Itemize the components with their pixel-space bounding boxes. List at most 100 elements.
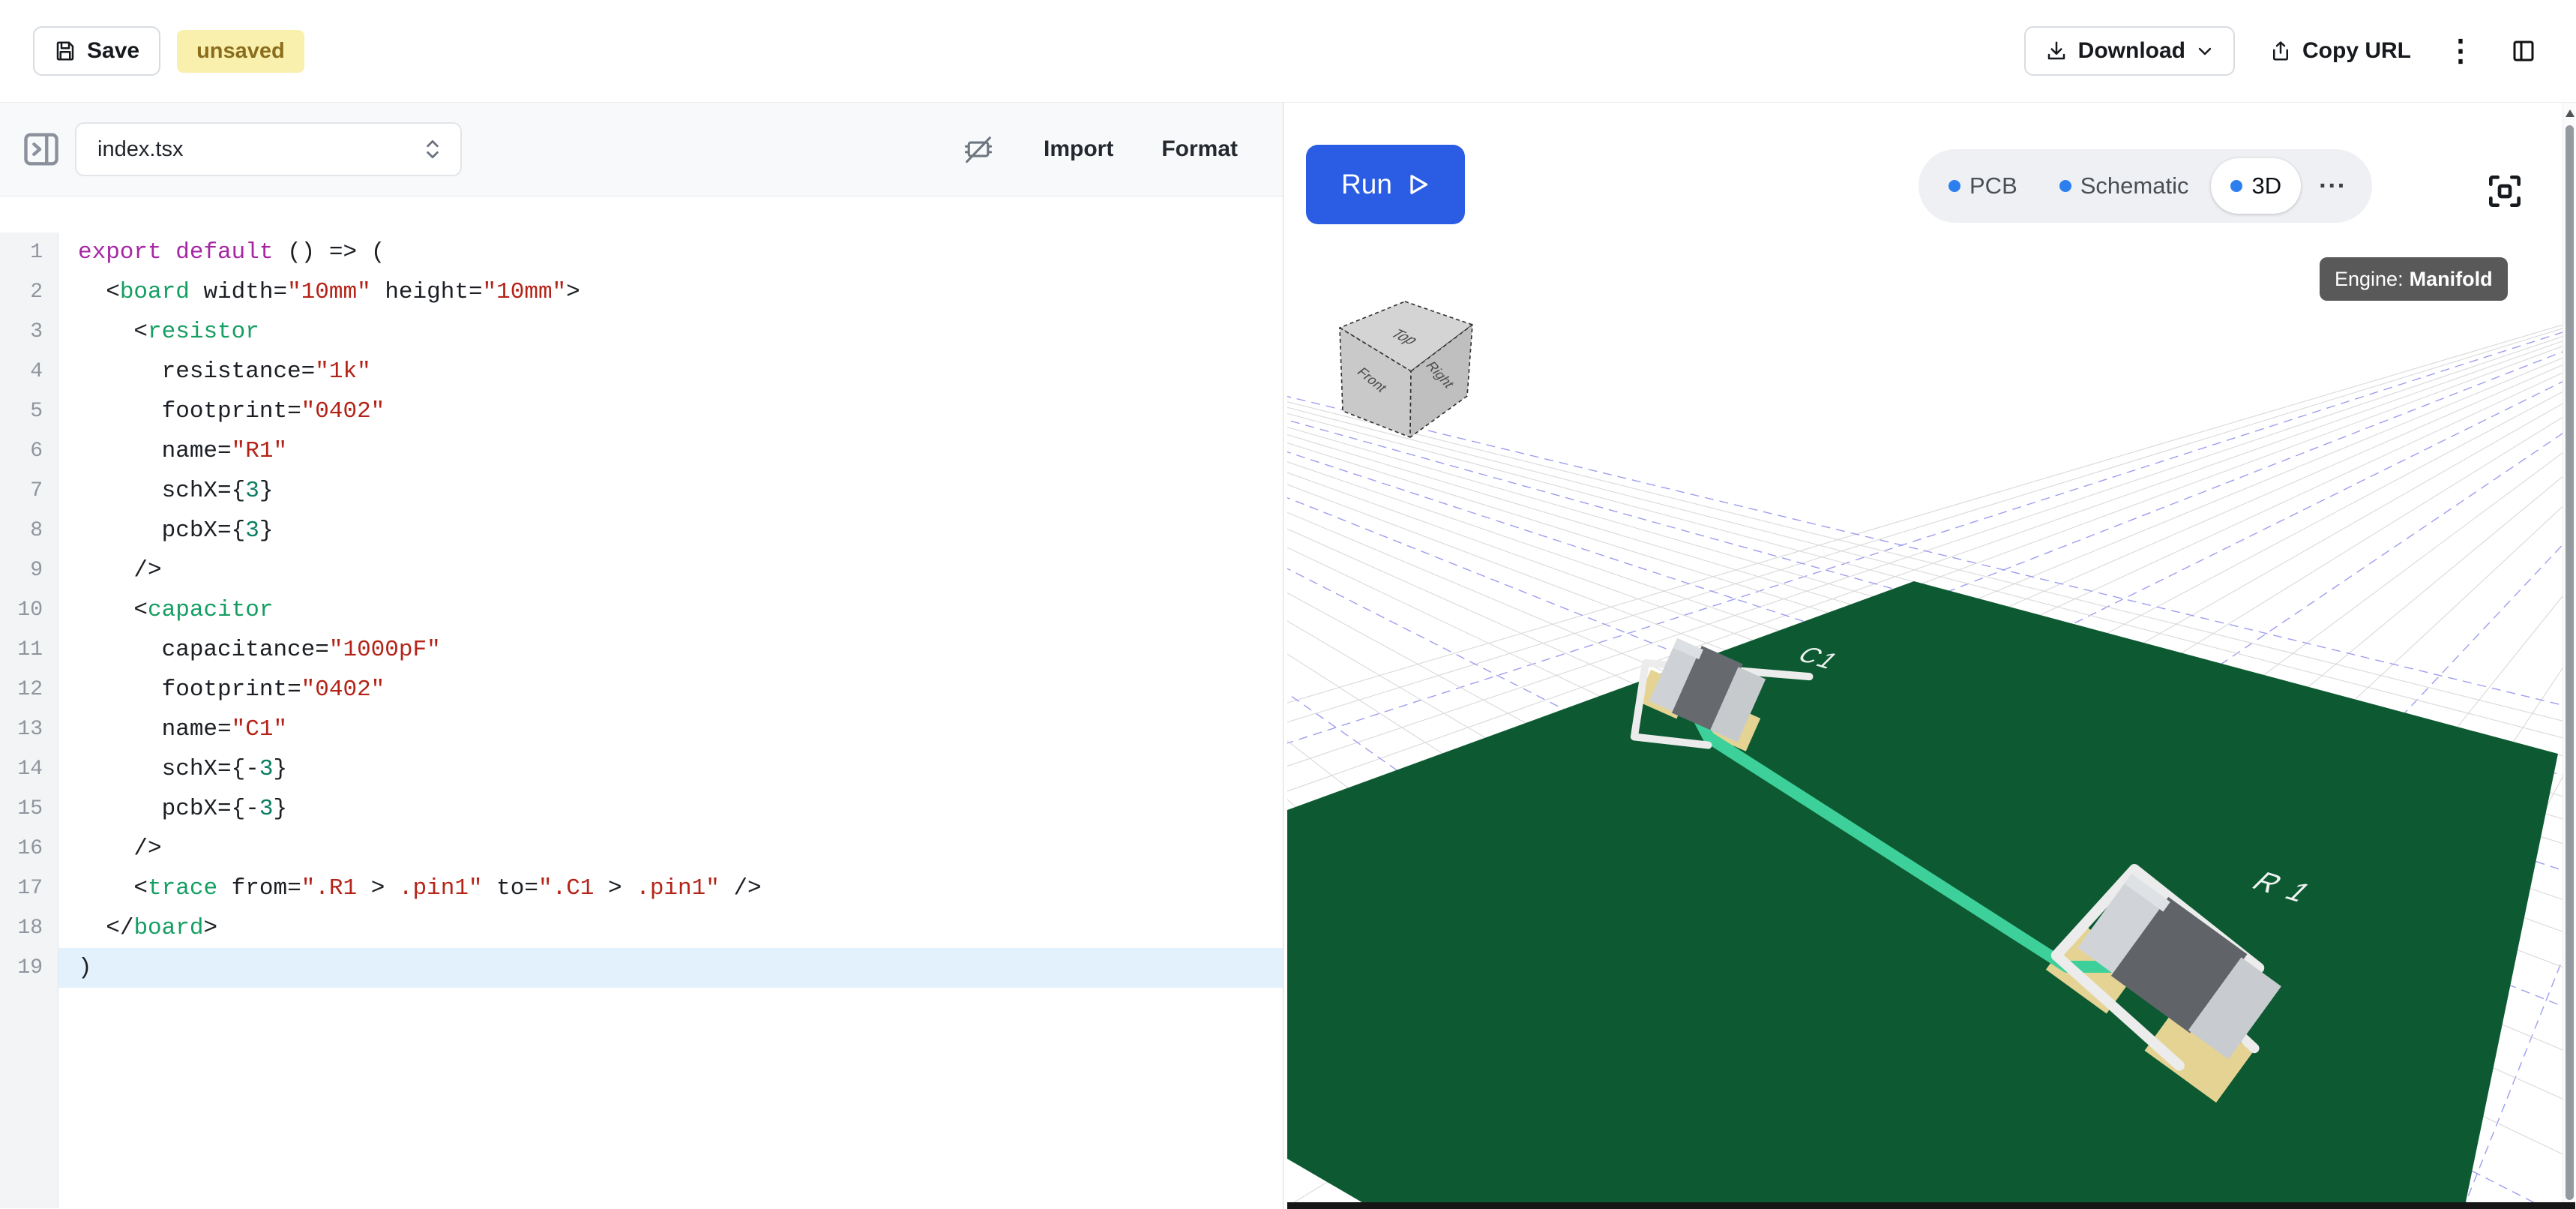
run-button[interactable]: Run bbox=[1306, 145, 1465, 224]
tab-dot-icon bbox=[2059, 180, 2071, 192]
code-text: pcbX={-3} bbox=[58, 789, 1283, 829]
tab-label: PCB bbox=[1969, 172, 2017, 200]
vertical-scrollbar[interactable] bbox=[2563, 103, 2575, 1209]
line-number: 19 bbox=[0, 948, 58, 988]
code-editor[interactable]: 1export default () => (2 <board width="1… bbox=[0, 196, 1283, 1208]
bottom-edge-bar bbox=[1287, 1202, 2575, 1209]
code-text: <board width="10mm" height="10mm"> bbox=[58, 272, 1283, 312]
engine-value: Manifold bbox=[2410, 268, 2493, 291]
more-menu-button[interactable]: ⋮ bbox=[2446, 36, 2476, 66]
code-text: <resistor bbox=[58, 312, 1283, 352]
code-text: pcbX={3} bbox=[58, 511, 1283, 550]
code-text: resistance="1k" bbox=[58, 352, 1283, 392]
code-line[interactable]: 4 resistance="1k" bbox=[0, 352, 1283, 392]
code-line[interactable]: 6 name="R1" bbox=[0, 431, 1283, 471]
chevron-down-icon bbox=[2196, 42, 2214, 60]
code-line[interactable]: 11 capacitance="1000pF" bbox=[0, 630, 1283, 670]
line-number: 4 bbox=[0, 352, 58, 392]
code-line[interactable]: 5 footprint="0402" bbox=[0, 392, 1283, 431]
code-editor-panel: index.tsx Import Format bbox=[0, 103, 1284, 1209]
tab-label: Schematic bbox=[2080, 172, 2189, 200]
code-line[interactable]: 7 schX={3} bbox=[0, 471, 1283, 511]
code-lines: 1export default () => (2 <board width="1… bbox=[0, 232, 1283, 988]
code-line[interactable]: 19) bbox=[0, 948, 1283, 988]
code-line[interactable]: 10 <capacitor bbox=[0, 590, 1283, 630]
file-select[interactable]: index.tsx bbox=[75, 122, 462, 176]
code-text: footprint="0402" bbox=[58, 392, 1283, 431]
tab-3d[interactable]: 3D bbox=[2211, 158, 2301, 214]
code-text: <capacitor bbox=[58, 590, 1283, 630]
editor-actions: Import Format bbox=[961, 132, 1238, 166]
autorouter-disabled-icon-button[interactable] bbox=[961, 132, 996, 166]
fullscreen-button[interactable] bbox=[2484, 169, 2529, 214]
line-number: 15 bbox=[0, 789, 58, 829]
line-number: 7 bbox=[0, 471, 58, 511]
line-number: 9 bbox=[0, 550, 58, 590]
topbar: Save unsaved Download Copy URL ⋮ bbox=[0, 0, 2576, 103]
line-number: 6 bbox=[0, 431, 58, 471]
tab-schematic[interactable]: Schematic bbox=[2040, 158, 2209, 214]
import-button[interactable]: Import bbox=[1044, 136, 1113, 162]
code-line[interactable]: 3 <resistor bbox=[0, 312, 1283, 352]
gutter-background bbox=[0, 988, 58, 1208]
tabs-more-button[interactable]: ··· bbox=[2304, 172, 2362, 201]
scrollbar-thumb[interactable] bbox=[2566, 125, 2574, 1200]
tab-pcb[interactable]: PCB bbox=[1929, 158, 2037, 214]
save-button[interactable]: Save bbox=[33, 26, 160, 76]
copy-url-label: Copy URL bbox=[2302, 38, 2411, 64]
pcb-board[interactable] bbox=[1287, 581, 2558, 1209]
line-number: 10 bbox=[0, 590, 58, 630]
code-text: ) bbox=[58, 948, 1283, 988]
select-chevrons-icon bbox=[423, 136, 442, 162]
line-number: 14 bbox=[0, 749, 58, 789]
line-number: 1 bbox=[0, 232, 58, 272]
main-split: index.tsx Import Format bbox=[0, 103, 2576, 1209]
play-icon bbox=[1407, 173, 1430, 196]
code-text: schX={3} bbox=[58, 471, 1283, 511]
toggle-panel-button[interactable] bbox=[2510, 38, 2537, 64]
pcb-3d-view-panel: C1 R 1 Top Front Right Run PCBSche bbox=[1287, 103, 2575, 1209]
code-line[interactable]: 15 pcbX={-3} bbox=[0, 789, 1283, 829]
format-button[interactable]: Format bbox=[1161, 136, 1238, 162]
code-line[interactable]: 12 footprint="0402" bbox=[0, 670, 1283, 710]
panel-open-icon bbox=[19, 128, 63, 171]
code-line[interactable]: 16 /> bbox=[0, 829, 1283, 868]
app-window: Save unsaved Download Copy URL ⋮ bbox=[0, 0, 2576, 1209]
code-line[interactable]: 13 name="C1" bbox=[0, 710, 1283, 749]
line-number: 13 bbox=[0, 710, 58, 749]
code-line[interactable]: 18 </board> bbox=[0, 908, 1283, 948]
code-line[interactable]: 1export default () => ( bbox=[0, 232, 1283, 272]
chip-off-icon bbox=[961, 132, 996, 166]
line-number: 5 bbox=[0, 392, 58, 431]
code-text: name="C1" bbox=[58, 710, 1283, 749]
share-icon bbox=[2269, 40, 2292, 62]
topbar-right: Download Copy URL ⋮ bbox=[2024, 26, 2537, 76]
code-text: <trace from=".R1 > .pin1" to=".C1 > .pin… bbox=[58, 868, 1283, 908]
download-label: Download bbox=[2078, 38, 2185, 64]
download-icon bbox=[2045, 40, 2068, 62]
save-icon bbox=[54, 40, 76, 62]
sidebar-toggle-button[interactable] bbox=[18, 126, 64, 172]
code-text: schX={-3} bbox=[58, 749, 1283, 789]
code-text: name="R1" bbox=[58, 431, 1283, 471]
copy-url-button[interactable]: Copy URL bbox=[2269, 38, 2411, 64]
code-text: footprint="0402" bbox=[58, 670, 1283, 710]
line-number: 16 bbox=[0, 829, 58, 868]
code-line[interactable]: 8 pcbX={3} bbox=[0, 511, 1283, 550]
engine-label: Engine: bbox=[2335, 268, 2404, 291]
line-number: 17 bbox=[0, 868, 58, 908]
editor-toolbar: index.tsx Import Format bbox=[0, 103, 1283, 196]
code-line[interactable]: 9 /> bbox=[0, 550, 1283, 590]
save-label: Save bbox=[87, 38, 139, 64]
code-line[interactable]: 17 <trace from=".R1 > .pin1" to=".C1 > .… bbox=[0, 868, 1283, 908]
scrollbar-up-arrow-icon[interactable] bbox=[2566, 110, 2575, 117]
code-line[interactable]: 14 schX={-3} bbox=[0, 749, 1283, 789]
download-button[interactable]: Download bbox=[2024, 26, 2235, 76]
line-number: 11 bbox=[0, 630, 58, 670]
tab-dot-icon bbox=[2230, 180, 2242, 192]
code-line[interactable]: 2 <board width="10mm" height="10mm"> bbox=[0, 272, 1283, 312]
code-text: /> bbox=[58, 550, 1283, 590]
line-number: 3 bbox=[0, 312, 58, 352]
fullscreen-icon bbox=[2484, 170, 2526, 212]
topbar-left: Save unsaved bbox=[33, 26, 304, 76]
